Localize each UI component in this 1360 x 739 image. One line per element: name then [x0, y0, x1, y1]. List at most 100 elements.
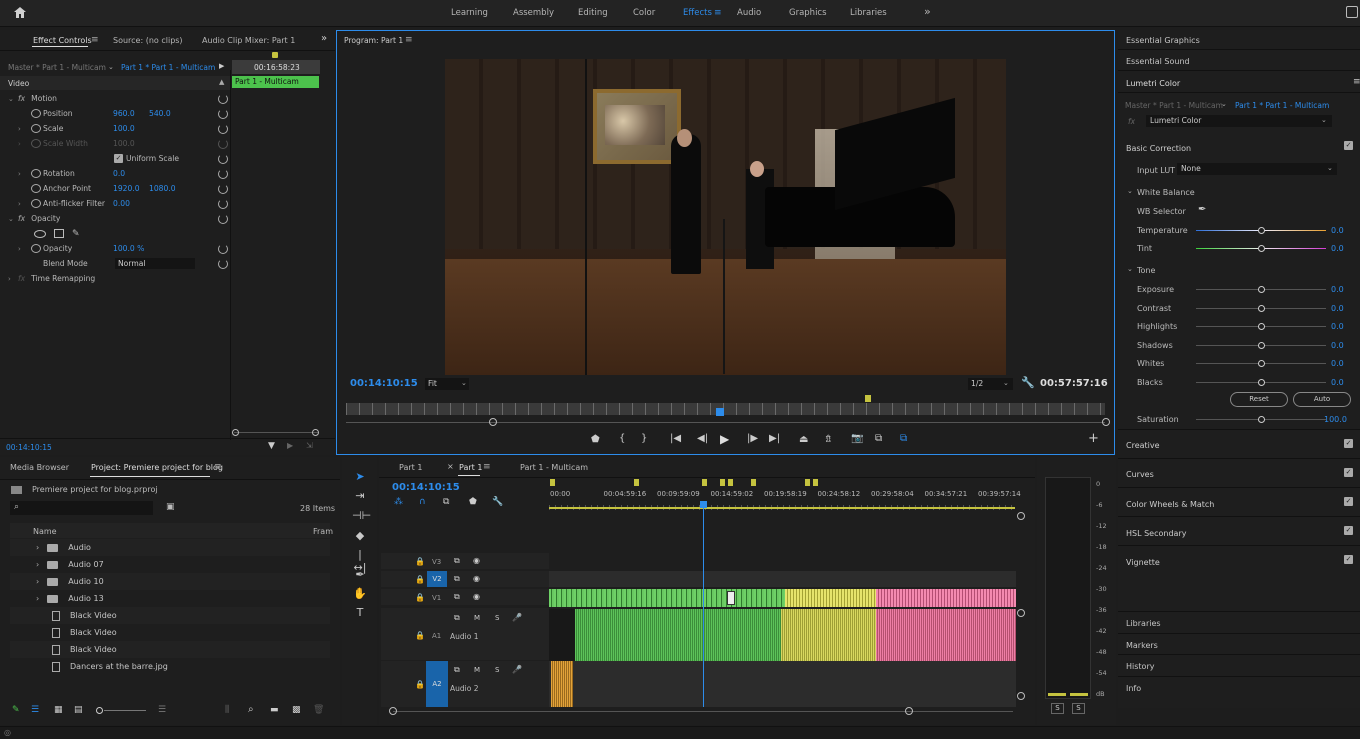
timeline-tab-2[interactable]: Part 1	[459, 463, 482, 472]
essential-graphics-tab[interactable]: Essential Graphics	[1126, 36, 1200, 45]
libraries-tab[interactable]: Libraries	[1126, 619, 1161, 628]
position-x[interactable]: 960.0	[113, 109, 149, 118]
sync-lock-icon[interactable]: ⧉	[454, 592, 460, 602]
audio-clip[interactable]	[575, 609, 781, 661]
col-frame[interactable]: Fram	[313, 527, 333, 536]
tone-value[interactable]: 0.0	[1331, 285, 1344, 294]
scrubber-bar[interactable]	[346, 403, 1105, 415]
home-icon[interactable]	[13, 6, 27, 19]
compare-icon[interactable]: ⧉	[875, 433, 882, 444]
wrench-icon[interactable]: 🔧	[492, 497, 503, 507]
timeline-tab-1[interactable]: Part 1	[399, 463, 422, 472]
lumetri-color-tab[interactable]: Lumetri Color	[1126, 79, 1180, 88]
info-tab[interactable]: Info	[1126, 684, 1141, 693]
zoom-handle-right[interactable]	[312, 429, 319, 436]
master-label[interactable]: Master * Part 1 - Multicam	[8, 63, 106, 72]
play-arrow-icon[interactable]: ▶	[219, 62, 224, 70]
ws-assembly[interactable]: Assembly	[513, 8, 554, 18]
temperature-slider[interactable]	[1196, 227, 1326, 234]
ws-graphics[interactable]: Graphics	[789, 8, 827, 18]
audio-clip[interactable]	[551, 661, 573, 707]
essential-sound-tab[interactable]: Essential Sound	[1126, 57, 1190, 66]
zoom-slider[interactable]	[104, 710, 146, 711]
sync-lock-icon[interactable]: ⧉	[454, 556, 460, 566]
v2-track-content[interactable]	[549, 571, 1016, 587]
lumetri-seq-label[interactable]: Part 1 * Part 1 - Multicam	[1235, 101, 1329, 110]
slip-icon[interactable]: |↔|	[352, 548, 368, 574]
reset-icon[interactable]	[218, 168, 228, 179]
mute-button[interactable]: M	[474, 614, 480, 622]
sync-lock-icon[interactable]: ⧉	[454, 613, 460, 623]
scale-value[interactable]: 100.0	[113, 124, 135, 133]
eyedropper-icon[interactable]: ✒	[1198, 204, 1206, 215]
curves-section[interactable]: Curves	[1126, 470, 1154, 479]
ws-libraries[interactable]: Libraries	[850, 8, 887, 18]
a2-track-content[interactable]	[549, 661, 1016, 707]
temperature-value[interactable]: 0.0	[1331, 226, 1344, 235]
close-icon[interactable]: ×	[447, 462, 454, 471]
motion-row[interactable]: ⌄ fx Motion	[0, 91, 228, 106]
tone-slider[interactable]	[1196, 304, 1326, 312]
chevron-right-icon[interactable]: ›	[36, 577, 39, 586]
basic-correction-checkbox[interactable]: ✓	[1344, 141, 1353, 150]
eye-icon[interactable]: ◉	[473, 574, 480, 583]
tone-slider[interactable]	[1196, 379, 1326, 386]
list-item[interactable]: Dancers at the barre.jpg	[10, 658, 330, 675]
stopwatch-icon[interactable]	[31, 184, 41, 193]
panel-overflow-icon[interactable]: »	[321, 33, 327, 44]
eye-icon[interactable]: ◉	[473, 592, 480, 601]
filter-icon[interactable]: ▼	[268, 441, 275, 451]
horizontal-scrollbar[interactable]	[393, 711, 1013, 712]
step-back-icon[interactable]: ◀|	[697, 433, 708, 444]
ws-learning[interactable]: Learning	[451, 8, 488, 18]
mute-button[interactable]: M	[474, 666, 480, 674]
chevron-down-icon[interactable]: ⌄	[1221, 100, 1227, 108]
tab-media-browser[interactable]: Media Browser	[10, 463, 69, 472]
program-timecode[interactable]: 00:14:10:15	[350, 378, 418, 389]
panel-menu-icon[interactable]: ≡	[1353, 77, 1360, 87]
lumetri-master-label[interactable]: Master * Part 1 - Multicam	[1125, 101, 1223, 110]
chevron-down-icon[interactable]: ⌄	[108, 63, 114, 71]
stopwatch-icon[interactable]	[31, 169, 41, 178]
color-wheels-checkbox[interactable]: ✓	[1344, 497, 1353, 506]
list-item[interactable]: Black Video	[10, 624, 330, 641]
chevron-right-icon[interactable]: ›	[36, 594, 39, 603]
scroll-handle[interactable]	[1017, 692, 1025, 700]
rotation-value[interactable]: 0.0	[113, 169, 125, 178]
chevron-down-icon[interactable]: ⌄	[1127, 187, 1133, 195]
mark-in-icon[interactable]: {	[619, 433, 625, 444]
ripple-edit-icon[interactable]: ⊣⊢	[352, 509, 371, 523]
ws-audio[interactable]: Audio	[737, 8, 761, 18]
play-only-icon[interactable]: ▶	[287, 441, 293, 450]
saturation-value[interactable]: 100.0	[1324, 415, 1347, 424]
snap-icon[interactable]: ⁂	[394, 497, 403, 507]
step-forward-icon[interactable]: |▶	[747, 433, 758, 444]
creative-checkbox[interactable]: ✓	[1344, 439, 1353, 448]
lock-icon[interactable]: 🔒	[415, 557, 425, 566]
lock-icon[interactable]: 🔒	[415, 680, 425, 689]
timeline-tab-3[interactable]: Part 1 - Multicam	[520, 463, 588, 472]
tone-value[interactable]: 0.0	[1331, 341, 1344, 350]
new-bin-button-icon[interactable]: ▬	[270, 705, 279, 715]
camera-icon[interactable]: 📷	[851, 433, 863, 444]
anchor-y[interactable]: 1080.0	[149, 184, 176, 193]
timeline-timecode[interactable]: 00:14:10:15	[392, 482, 460, 493]
reset-icon[interactable]	[218, 153, 228, 164]
panel-menu-icon[interactable]: ≡	[483, 462, 491, 472]
list-item[interactable]: › Audio	[10, 539, 330, 556]
vignette-checkbox[interactable]: ✓	[1344, 555, 1353, 564]
hsl-checkbox[interactable]: ✓	[1344, 526, 1353, 535]
add-marker-icon[interactable]: ⬟	[469, 497, 477, 507]
ws-menu-icon[interactable]: ≡	[714, 8, 722, 18]
reset-icon[interactable]	[218, 258, 228, 269]
track-v1[interactable]	[381, 589, 549, 605]
track-select-icon[interactable]: ⇥	[352, 489, 368, 503]
freeform-view-icon[interactable]: ▤	[74, 705, 83, 715]
reset-icon[interactable]	[218, 213, 228, 224]
mic-icon[interactable]: 🎤	[512, 665, 522, 674]
mic-icon[interactable]: 🎤	[512, 613, 522, 622]
eye-icon[interactable]: ◉	[473, 556, 480, 565]
tone-value[interactable]: 0.0	[1331, 359, 1344, 368]
tab-source[interactable]: Source: (no clips)	[113, 30, 183, 50]
export-icon[interactable]: ⇲	[306, 441, 313, 450]
